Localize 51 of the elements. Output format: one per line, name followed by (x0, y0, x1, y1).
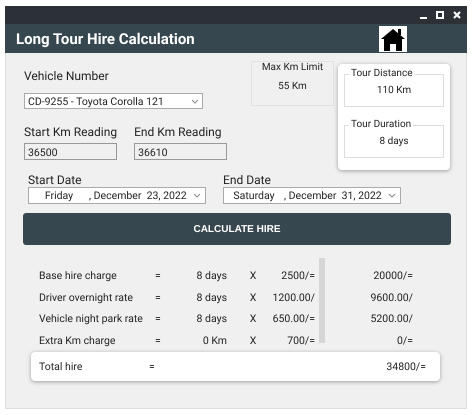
calculate-hire-button[interactable]: CALCULATE HIRE (23, 213, 451, 245)
equals-sign: = (154, 290, 162, 304)
panel-label: Max Km Limit (262, 62, 324, 73)
field-label: Start Date (28, 173, 83, 187)
charge-label: Driver overnight rate (39, 290, 134, 304)
window-title: Long Tour Hire Calculation (16, 30, 195, 48)
field-label: Start Km Reading (24, 125, 118, 139)
rate-value: 1200.00/ (271, 290, 315, 304)
start-km-field[interactable]: 36500 (24, 143, 117, 160)
maximize-icon[interactable] (436, 11, 444, 19)
close-icon[interactable] (453, 11, 461, 19)
tour-distance-value: 110 Km (376, 85, 412, 96)
group-label: Tour Duration (349, 119, 414, 130)
rate-value: 700/= (286, 334, 315, 347)
field-label: End Date (223, 173, 272, 187)
caret-icon (193, 193, 201, 198)
charge-label: Vehicle night park rate (39, 312, 144, 326)
group-label: Tour Distance (349, 68, 414, 79)
amount-value: 20000/= (372, 269, 413, 282)
quantity-value: 8 days (196, 312, 227, 326)
field-label: End Km Reading (134, 125, 222, 139)
charge-label: Extra Km charge (39, 334, 116, 347)
rate-value: 2500/= (280, 269, 315, 282)
total-amount: 34800/= (385, 360, 426, 373)
date-picker[interactable]: Friday , December 23, 2022 (28, 187, 206, 204)
equals-sign: = (149, 360, 156, 373)
multiply-sign: X (248, 290, 258, 304)
caret-icon (388, 193, 396, 198)
quantity-value: 8 days (196, 290, 227, 304)
end-km-field[interactable]: 36610 (134, 143, 228, 160)
tour-duration-value: 8 days (380, 136, 408, 147)
date-picker[interactable]: Saturday , December 31, 2022 (223, 187, 401, 204)
total-label: Total hire (39, 360, 84, 373)
amount-value: 5200.00/ (369, 312, 413, 326)
equals-sign: = (154, 312, 162, 326)
equals-sign: = (154, 334, 162, 347)
quantity-value: 8 days (196, 269, 227, 282)
quantity-value: 0 Km (202, 334, 227, 347)
home-icon[interactable] (379, 26, 407, 52)
multiply-sign: X (248, 334, 258, 347)
multiply-sign: X (248, 269, 258, 282)
amount-value: 0/= (396, 334, 413, 347)
field-label: Vehicle Number (24, 69, 109, 83)
rate-value: 650.00/= (272, 312, 315, 326)
amount-value: 9600.00/ (369, 290, 413, 304)
multiply-sign: X (248, 312, 258, 326)
charge-label: Base hire charge (39, 269, 118, 282)
vehicle-dropdown[interactable]: CD-9255 - Toyota Corolla 121 (24, 93, 203, 109)
caret-icon (191, 98, 199, 104)
equals-sign: = (154, 269, 162, 282)
max-km-value: 55 Km (278, 81, 307, 92)
